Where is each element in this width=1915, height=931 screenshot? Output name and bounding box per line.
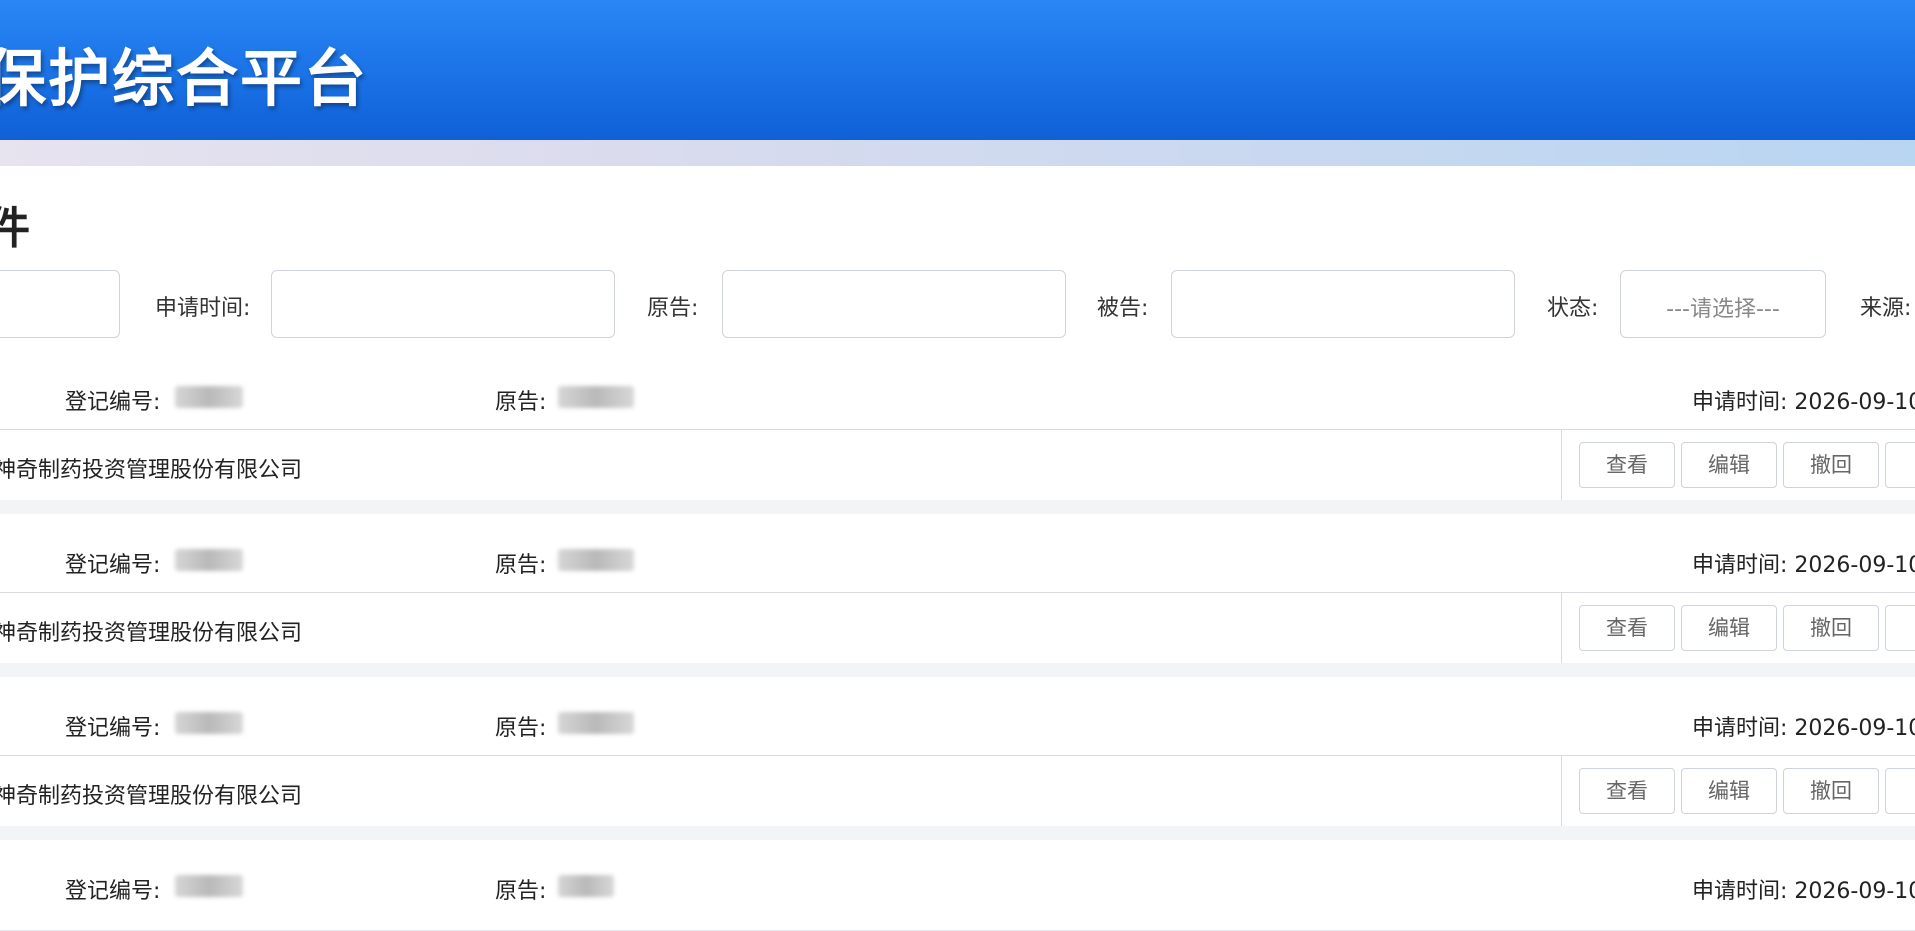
reg-no-value-redacted bbox=[175, 386, 243, 408]
card-separator bbox=[0, 663, 1915, 677]
defendant-filter-label: 被告: bbox=[1097, 296, 1149, 321]
edit-button[interactable]: 编辑 bbox=[1681, 442, 1777, 488]
case-actions: 查看 编辑 撤回 删 bbox=[1561, 593, 1915, 663]
case-actions: 查看 编辑 撤回 删 bbox=[1561, 430, 1915, 500]
status-select-value: ---请选择--- bbox=[1666, 297, 1780, 322]
filter-input-leading[interactable] bbox=[0, 270, 120, 338]
withdraw-button[interactable]: 撤回 bbox=[1783, 605, 1879, 651]
apply-time-filter-input[interactable] bbox=[271, 270, 615, 338]
status-select[interactable]: ---请选择--- bbox=[1620, 270, 1826, 338]
plaintiff-filter-input[interactable] bbox=[722, 270, 1066, 338]
plaintiff-label: 原告: bbox=[495, 716, 547, 741]
source-filter-label: 来源: bbox=[1860, 296, 1912, 321]
plaintiff-label: 原告: bbox=[495, 553, 547, 578]
case-card-header: 登记编号: 原告: 申请时间: 2026-09-10 bbox=[0, 362, 1915, 430]
plaintiff-filter-label: 原告: bbox=[647, 296, 699, 321]
reg-no-label: 登记编号: bbox=[65, 879, 161, 904]
reg-no-label: 登记编号: bbox=[65, 553, 161, 578]
edit-button[interactable]: 编辑 bbox=[1681, 605, 1777, 651]
more-button[interactable]: 删 bbox=[1885, 605, 1915, 651]
header-band bbox=[0, 140, 1915, 166]
app-header: 保护综合平台 bbox=[0, 0, 1915, 140]
reg-no-value-redacted bbox=[175, 712, 243, 734]
apply-time-filter-label: 申请时间: bbox=[155, 296, 251, 321]
case-card: 登记编号: 原告: 申请时间: 2026-09-10 神奇制药投资管理股份有限公… bbox=[0, 688, 1915, 840]
reg-no-label: 登记编号: bbox=[65, 390, 161, 415]
case-card-body: 神奇制药投资管理股份有限公司 查看 编辑 撤回 删 bbox=[0, 756, 1915, 826]
case-card-header: 登记编号: 原告: 申请时间: 2026-09-10 bbox=[0, 525, 1915, 593]
case-card-header: 登记编号: 原告: 申请时间: 2026-09-10 bbox=[0, 688, 1915, 756]
app-title: 保护综合平台 bbox=[0, 42, 369, 115]
card-separator bbox=[0, 500, 1915, 514]
company-name: 神奇制药投资管理股份有限公司 bbox=[0, 621, 303, 646]
case-actions: 查看 编辑 撤回 删 bbox=[1561, 756, 1915, 826]
plaintiff-value-redacted bbox=[558, 875, 614, 897]
case-card: 登记编号: 原告: 申请时间: 2026-09-10 bbox=[0, 851, 1915, 931]
withdraw-button[interactable]: 撤回 bbox=[1783, 442, 1879, 488]
apply-time: 申请时间: 2026-09-10 bbox=[1692, 553, 1915, 578]
plaintiff-label: 原告: bbox=[495, 390, 547, 415]
case-card-body: 神奇制药投资管理股份有限公司 查看 编辑 撤回 删 bbox=[0, 430, 1915, 500]
withdraw-button[interactable]: 撤回 bbox=[1783, 768, 1879, 814]
company-name: 神奇制药投资管理股份有限公司 bbox=[0, 458, 303, 483]
apply-time: 申请时间: 2026-09-10 bbox=[1692, 390, 1915, 415]
case-card-body: 神奇制药投资管理股份有限公司 查看 编辑 撤回 删 bbox=[0, 593, 1915, 663]
edit-button[interactable]: 编辑 bbox=[1681, 768, 1777, 814]
view-button[interactable]: 查看 bbox=[1579, 442, 1675, 488]
card-separator bbox=[0, 826, 1915, 840]
more-button[interactable]: 删 bbox=[1885, 442, 1915, 488]
defendant-filter-input[interactable] bbox=[1171, 270, 1515, 338]
status-filter-label: 状态: bbox=[1547, 296, 1599, 321]
reg-no-value-redacted bbox=[175, 549, 243, 571]
apply-time: 申请时间: 2026-09-10 bbox=[1692, 879, 1915, 904]
plaintiff-value-redacted bbox=[558, 386, 634, 408]
view-button[interactable]: 查看 bbox=[1579, 768, 1675, 814]
case-card-header: 登记编号: 原告: 申请时间: 2026-09-10 bbox=[0, 851, 1915, 919]
case-card: 登记编号: 原告: 申请时间: 2026-09-10 神奇制药投资管理股份有限公… bbox=[0, 362, 1915, 514]
filter-bar: 申请时间: 原告: 被告: 状态: ---请选择--- 来源: bbox=[0, 268, 1915, 340]
page-title: 件 bbox=[0, 203, 30, 254]
more-button[interactable]: 删 bbox=[1885, 768, 1915, 814]
reg-no-label: 登记编号: bbox=[65, 716, 161, 741]
plaintiff-value-redacted bbox=[558, 549, 634, 571]
company-name: 神奇制药投资管理股份有限公司 bbox=[0, 784, 303, 809]
apply-time: 申请时间: 2026-09-10 bbox=[1692, 716, 1915, 741]
plaintiff-value-redacted bbox=[558, 712, 634, 734]
plaintiff-label: 原告: bbox=[495, 879, 547, 904]
reg-no-value-redacted bbox=[175, 875, 243, 897]
case-card: 登记编号: 原告: 申请时间: 2026-09-10 神奇制药投资管理股份有限公… bbox=[0, 525, 1915, 677]
view-button[interactable]: 查看 bbox=[1579, 605, 1675, 651]
